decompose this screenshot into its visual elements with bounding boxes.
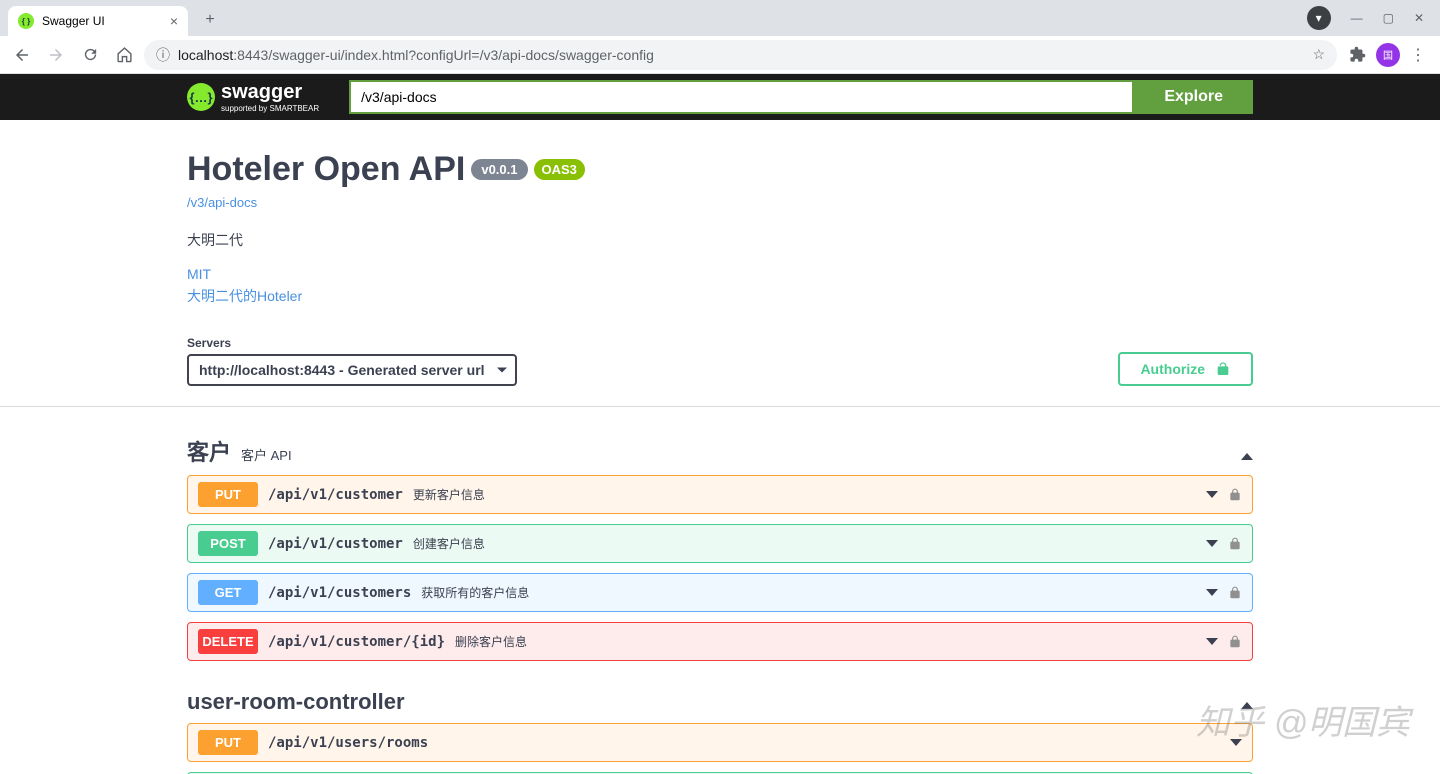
api-info: Hoteler Open API v0.0.1 OAS3 /v3/api-doc… xyxy=(187,150,1253,306)
chevron-down-icon xyxy=(1206,638,1218,645)
operation-row[interactable]: PUT/api/v1/users/rooms xyxy=(187,723,1253,762)
operation-summary: 更新客户信息 xyxy=(413,486,485,503)
operation-path: /api/v1/customers xyxy=(268,585,411,601)
tag-name: user-room-controller xyxy=(187,689,405,715)
operation-row[interactable]: PUT/api/v1/customer 更新客户信息 xyxy=(187,475,1253,514)
window-controls: — ▢ ✕ xyxy=(1351,11,1440,25)
logo-subtext: supported by SMARTBEAR xyxy=(221,104,319,113)
operation-row[interactable]: POST/api/v1/customer 创建客户信息 xyxy=(187,524,1253,563)
chevron-down-icon xyxy=(1230,739,1242,746)
minimize-icon[interactable]: — xyxy=(1351,11,1363,25)
swagger-logo-icon: {…} xyxy=(187,83,215,111)
server-select[interactable]: http://localhost:8443 - Generated server… xyxy=(187,354,517,386)
home-button[interactable] xyxy=(110,41,138,69)
extensions-icon[interactable] xyxy=(1349,46,1366,63)
contact-link[interactable]: 大明二代的Hoteler xyxy=(187,286,1253,306)
tag-header[interactable]: 客户客户 API xyxy=(187,427,1253,475)
tab-favicon-icon: { } xyxy=(18,13,34,29)
operation-summary: 删除客户信息 xyxy=(455,633,527,650)
operation-summary: 创建客户信息 xyxy=(413,535,485,552)
operation-path: /api/v1/customer/{id} xyxy=(268,634,445,650)
api-title: Hoteler Open API xyxy=(187,150,465,189)
browser-chrome: { } Swagger UI × + ▾ — ▢ ✕ ⓘ xyxy=(0,0,1440,74)
operation-row[interactable]: GET/api/v1/customers 获取所有的客户信息 xyxy=(187,573,1253,612)
swagger-topbar: {…} swagger supported by SMARTBEAR Explo… xyxy=(0,74,1440,120)
method-badge: POST xyxy=(198,531,258,556)
url-text: localhost:8443/swagger-ui/index.html?con… xyxy=(178,47,1304,63)
spec-url-link[interactable]: /v3/api-docs xyxy=(187,195,1253,210)
back-button[interactable] xyxy=(8,41,36,69)
oas-badge: OAS3 xyxy=(534,159,585,180)
chevron-down-icon xyxy=(1206,589,1218,596)
info-icon[interactable]: ⓘ xyxy=(156,45,170,65)
user-avatar-icon[interactable]: 国 xyxy=(1376,43,1400,67)
chevron-down-icon xyxy=(1206,540,1218,547)
home-icon xyxy=(116,46,133,63)
profile-badge-icon[interactable]: ▾ xyxy=(1307,6,1331,30)
address-bar[interactable]: ⓘ localhost:8443/swagger-ui/index.html?c… xyxy=(144,40,1337,70)
new-tab-button[interactable]: + xyxy=(196,6,224,34)
reload-button[interactable] xyxy=(76,41,104,69)
method-badge: DELETE xyxy=(198,629,258,654)
lock-icon xyxy=(1228,537,1242,551)
arrow-left-icon xyxy=(13,46,31,64)
tag-header[interactable]: user-room-controller xyxy=(187,681,1253,723)
lock-icon xyxy=(1228,635,1242,649)
authorize-label: Authorize xyxy=(1140,361,1205,377)
close-icon[interactable]: × xyxy=(170,13,178,29)
forward-button[interactable] xyxy=(42,41,70,69)
toolbar-right: 国 ⋮ xyxy=(1343,43,1432,67)
arrow-right-icon xyxy=(47,46,65,64)
tag-description: 客户 API xyxy=(241,445,292,464)
authorize-button[interactable]: Authorize xyxy=(1118,352,1253,386)
lock-icon xyxy=(1228,488,1242,502)
menu-icon[interactable]: ⋮ xyxy=(1410,45,1426,65)
operation-path: /api/v1/customer xyxy=(268,487,403,503)
license-link[interactable]: MIT xyxy=(187,266,1253,282)
operation-path: /api/v1/users/rooms xyxy=(268,735,428,751)
close-window-icon[interactable]: ✕ xyxy=(1414,11,1424,25)
swagger-logo: {…} swagger supported by SMARTBEAR xyxy=(187,81,319,113)
method-badge: PUT xyxy=(198,482,258,507)
tab-title: Swagger UI xyxy=(42,14,105,28)
method-badge: PUT xyxy=(198,730,258,755)
explore-button[interactable]: Explore xyxy=(1134,80,1253,114)
chevron-up-icon xyxy=(1241,447,1253,465)
operation-summary: 获取所有的客户信息 xyxy=(421,584,529,601)
tab-bar: { } Swagger UI × + ▾ — ▢ ✕ xyxy=(0,0,1440,36)
tag-section: user-room-controller PUT/api/v1/users/roo… xyxy=(187,681,1253,774)
operation-row[interactable]: DELETE/api/v1/customer/{id} 删除客户信息 xyxy=(187,622,1253,661)
version-badge: v0.0.1 xyxy=(471,159,527,180)
lock-open-icon xyxy=(1215,361,1231,377)
tag-section: 客户客户 API PUT/api/v1/customer 更新客户信息 POST/ap… xyxy=(187,427,1253,661)
logo-text: swagger xyxy=(221,81,302,103)
operation-path: /api/v1/customer xyxy=(268,536,403,552)
lock-icon xyxy=(1228,586,1242,600)
maximize-icon[interactable]: ▢ xyxy=(1383,11,1394,25)
tag-name: 客户 xyxy=(187,435,231,467)
spec-url-input[interactable] xyxy=(349,80,1134,114)
reload-icon xyxy=(82,46,99,63)
browser-tab[interactable]: { } Swagger UI × xyxy=(8,6,188,36)
chevron-up-icon xyxy=(1241,696,1253,714)
star-icon[interactable]: ☆ xyxy=(1312,46,1325,63)
servers-label: Servers xyxy=(187,336,517,350)
nav-bar: ⓘ localhost:8443/swagger-ui/index.html?c… xyxy=(0,36,1440,74)
api-description: 大明二代 xyxy=(187,230,1253,250)
chevron-down-icon xyxy=(1206,491,1218,498)
method-badge: GET xyxy=(198,580,258,605)
